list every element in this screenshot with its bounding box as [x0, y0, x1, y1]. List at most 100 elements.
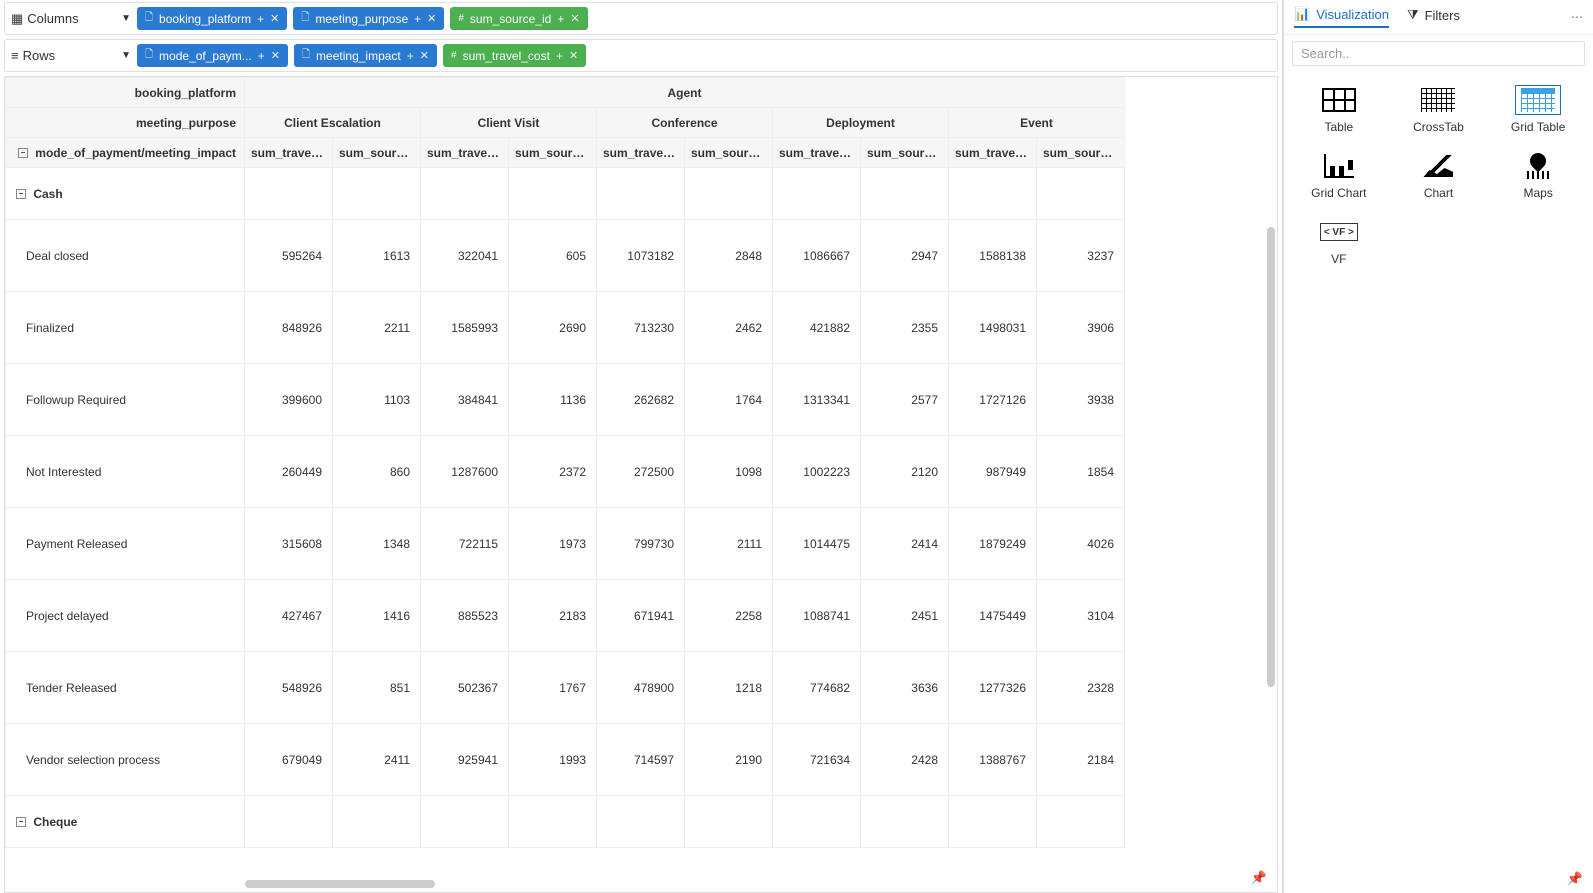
pill-booking_platform[interactable]: 🗋booking_platform+✕ [137, 7, 287, 30]
pill-sum_travel_cost[interactable]: #sum_travel_cost+✕ [443, 44, 586, 67]
viz-table[interactable]: Table [1292, 82, 1386, 138]
measure-header: sum_source... [685, 138, 773, 168]
pill-sum_source_id[interactable]: #sum_source_id+✕ [450, 7, 587, 30]
cell [597, 168, 685, 220]
viz-label: Maps [1523, 186, 1552, 200]
viz-crosstab[interactable]: CrossTab [1392, 82, 1486, 138]
close-icon[interactable]: ✕ [271, 49, 280, 62]
cell [421, 168, 509, 220]
measure-header: sum_travel_... [597, 138, 685, 168]
cell: 315608 [245, 508, 333, 580]
row-label[interactable]: Payment Released [6, 508, 245, 580]
row-label[interactable]: Vendor selection process [6, 724, 245, 796]
top-group-header: Agent [245, 78, 1125, 108]
row-header-label: − mode_of_payment/meeting_impact [6, 138, 245, 168]
cell: 260449 [245, 436, 333, 508]
cell: 2577 [861, 364, 949, 436]
row-label[interactable]: Finalized [6, 292, 245, 364]
cell: 2411 [333, 724, 421, 796]
close-icon[interactable]: ✕ [569, 49, 578, 62]
pill-meeting_impact[interactable]: 🗋meeting_impact+✕ [294, 44, 437, 67]
chevron-down-icon[interactable]: ▼ [121, 50, 131, 61]
pill-meeting_purpose[interactable]: 🗋meeting_purpose+✕ [293, 7, 444, 30]
chevron-down-icon[interactable]: ▼ [121, 13, 131, 24]
cell: 1498031 [949, 292, 1037, 364]
close-icon[interactable]: ✕ [570, 12, 579, 25]
cell: 2258 [685, 580, 773, 652]
tab-filters[interactable]: ⧩ Filters [1407, 7, 1460, 27]
close-icon[interactable]: ✕ [270, 12, 279, 25]
row-label[interactable]: Not Interested [6, 436, 245, 508]
purpose-header: Deployment [773, 108, 949, 138]
close-icon[interactable]: ✕ [420, 49, 429, 62]
expand-icon[interactable]: − [16, 817, 26, 827]
cell: 2947 [861, 220, 949, 292]
pin-icon[interactable]: 📌 [1567, 871, 1583, 887]
row-label[interactable]: Project delayed [6, 580, 245, 652]
crosstab-icon [1421, 88, 1455, 112]
tab-visualization[interactable]: 📊 Visualization [1294, 6, 1389, 28]
row-label[interactable]: Deal closed [6, 220, 245, 292]
visualization-grid: TableCrossTabGrid Table Grid ChartChart Ma… [1284, 72, 1593, 280]
cell: 1588138 [949, 220, 1037, 292]
pill-label: booking_platform [159, 12, 251, 26]
cell: 1103 [333, 364, 421, 436]
viz-maps[interactable]: Maps [1491, 148, 1585, 204]
plus-icon[interactable]: + [414, 12, 421, 26]
group-row[interactable]: − Cash [6, 168, 245, 220]
cell: 1475449 [949, 580, 1037, 652]
viz-vf[interactable]: < VF >VF [1292, 214, 1386, 270]
plus-icon[interactable]: + [258, 49, 265, 63]
columns-shelf-label[interactable]: ▦ Columns ▼ [11, 11, 131, 27]
chart-icon [1423, 155, 1453, 177]
more-icon[interactable]: ⋯ [1571, 10, 1583, 24]
search-input[interactable]: Search.. [1292, 41, 1585, 66]
pin-icon[interactable]: 📌 [1251, 870, 1267, 886]
cell: 1416 [333, 580, 421, 652]
purpose-header: Conference [597, 108, 773, 138]
cell: 502367 [421, 652, 509, 724]
cell: 2120 [861, 436, 949, 508]
close-icon[interactable]: ✕ [427, 12, 436, 25]
cell: 722115 [421, 508, 509, 580]
chart-icon: 📊 [1294, 6, 1310, 22]
columns-shelf: ▦ Columns ▼ 🗋booking_platform+✕🗋meeting_… [4, 2, 1278, 35]
rows-pills: 🗋mode_of_paym...+✕🗋meeting_impact+✕#sum_… [137, 44, 586, 67]
plus-icon[interactable]: + [556, 49, 563, 63]
expand-icon[interactable]: − [16, 189, 26, 199]
row-label[interactable]: Followup Required [6, 364, 245, 436]
viz-grid-chart[interactable]: Grid Chart [1292, 148, 1386, 204]
crosstab-table: booking_platformAgentmeeting_purposeClie… [5, 77, 1125, 848]
main-area: ▦ Columns ▼ 🗋booking_platform+✕🗋meeting_… [0, 0, 1283, 893]
crosstab-container: booking_platformAgentmeeting_purposeClie… [4, 76, 1278, 893]
pill-mode_of_paym-[interactable]: 🗋mode_of_paym...+✕ [137, 44, 288, 67]
cell: 262682 [597, 364, 685, 436]
cell: 548926 [245, 652, 333, 724]
cell: 1088741 [773, 580, 861, 652]
horizontal-scrollbar[interactable] [245, 880, 435, 888]
plus-icon[interactable]: + [557, 12, 564, 26]
cell: 1218 [685, 652, 773, 724]
viz-grid-table[interactable]: Grid Table [1491, 82, 1585, 138]
plus-icon[interactable]: + [407, 49, 414, 63]
cell: 1764 [685, 364, 773, 436]
cell: 1973 [509, 508, 597, 580]
cell: 987949 [949, 436, 1037, 508]
expand-icon[interactable]: − [18, 148, 28, 158]
columns-pills: 🗋booking_platform+✕🗋meeting_purpose+✕#su… [137, 7, 588, 30]
rows-shelf-label[interactable]: ≡ Rows ▼ [11, 48, 131, 63]
cell: 3636 [861, 652, 949, 724]
cell: 1854 [1037, 436, 1125, 508]
side-tabs: 📊 Visualization ⧩ Filters ⋯ [1284, 0, 1593, 35]
cell: 478900 [597, 652, 685, 724]
crosstab-scroll[interactable]: booking_platformAgentmeeting_purposeClie… [5, 77, 1277, 892]
barchart-icon [1324, 154, 1354, 178]
vertical-scrollbar[interactable] [1267, 227, 1275, 687]
viz-chart[interactable]: Chart [1392, 148, 1486, 204]
row-label[interactable]: Tender Released [6, 652, 245, 724]
pill-label: mode_of_paym... [159, 49, 252, 63]
gridtable-icon [1521, 88, 1555, 112]
cell: 2355 [861, 292, 949, 364]
group-row[interactable]: − Cheque [6, 796, 245, 848]
plus-icon[interactable]: + [257, 12, 264, 26]
